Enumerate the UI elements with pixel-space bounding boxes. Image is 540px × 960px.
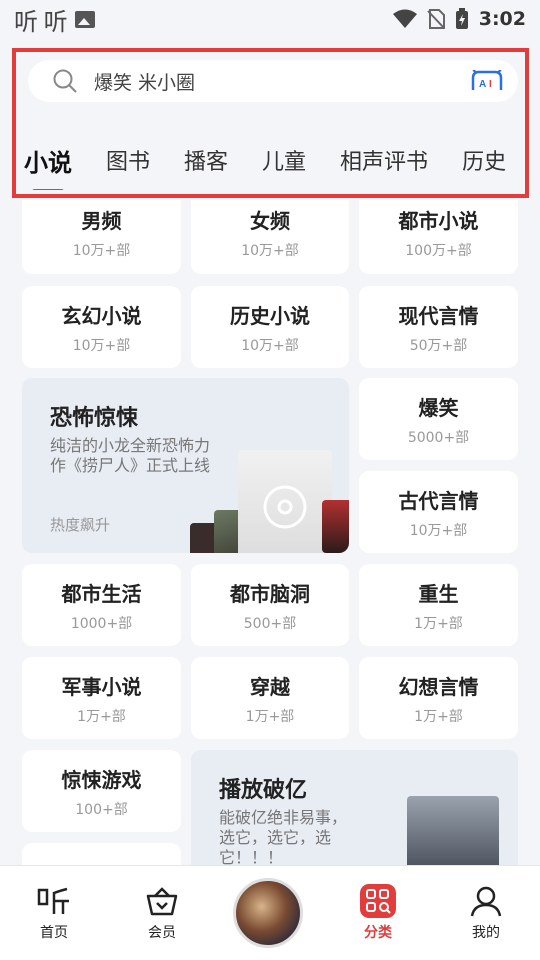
feature-tag: 热度飙升 <box>50 516 111 534</box>
category-count: 1万+部 <box>414 708 463 725</box>
image-notification-icon <box>74 10 95 28</box>
category-card[interactable]: 穿越 1万+部 <box>191 657 349 739</box>
vip-basket-icon <box>145 884 179 918</box>
category-card[interactable]: 现代言情 50万+部 <box>359 286 518 368</box>
category-title: 爆笑 <box>418 395 459 420</box>
search-icon <box>53 69 77 93</box>
category-title: 幻想言情 <box>398 674 479 699</box>
category-card[interactable]: 爆笑 5000+部 <box>359 378 518 460</box>
tab-crosstalk[interactable]: 相声评书 <box>340 144 428 176</box>
nav-label: 会员 <box>148 925 176 941</box>
category-title: 军事小说 <box>61 674 142 699</box>
category-title: 玄幻小说 <box>61 303 142 328</box>
category-title: 穿越 <box>250 674 290 699</box>
feature-description: 纯洁的小龙全新恐怖力作《捞尸人》正式上线 <box>50 436 211 475</box>
wifi-icon <box>392 9 417 28</box>
category-grid-icon <box>360 884 396 918</box>
profile-icon <box>469 884 503 918</box>
category-card[interactable]: 女频 10万+部 <box>191 200 349 274</box>
tab-novel[interactable]: 小说 <box>24 143 72 178</box>
category-card[interactable]: 军事小说 1万+部 <box>22 657 181 739</box>
category-count: 10万+部 <box>409 522 468 539</box>
category-card[interactable]: 重生 1万+部 <box>359 564 518 646</box>
clock: 3:02 <box>478 8 526 30</box>
category-count: 10万+部 <box>241 337 299 354</box>
category-grid: 男频 10万+部 女频 10万+部 都市小说 100万+部 玄幻小说 10万+部… <box>0 200 540 865</box>
tab-books[interactable]: 图书 <box>106 144 150 176</box>
category-card[interactable]: 惊悚游戏 100+部 <box>22 750 181 832</box>
category-card[interactable]: 都市小说 100万+部 <box>359 200 518 274</box>
category-card[interactable]: 古代言情 10万+部 <box>359 471 518 553</box>
nav-category[interactable]: 分类 <box>343 884 413 942</box>
nav-home[interactable]: 首页 <box>19 884 89 942</box>
battery-charging-icon <box>455 8 468 29</box>
nav-label: 首页 <box>40 925 68 941</box>
tab-podcast[interactable]: 播客 <box>184 144 228 176</box>
no-sim-icon <box>427 9 445 29</box>
tab-children[interactable]: 儿童 <box>262 144 306 176</box>
category-count: 500+部 <box>243 615 297 632</box>
feature-description: 能破亿绝非易事，选它，选它，选它！！！ <box>219 808 348 865</box>
category-card[interactable]: 玄幻小说 10万+部 <box>22 286 181 368</box>
category-title: 古代言情 <box>398 488 479 513</box>
header-highlight: 爆笑 米小圈 A I 小说 图书 播客 儿童 相声评书 历史 <box>12 48 529 198</box>
feature-title: 恐怖惊悚 <box>50 406 139 431</box>
nav-label: 分类 <box>364 925 392 941</box>
svg-text:A: A <box>479 79 486 90</box>
feature-card-horror[interactable]: 恐怖惊悚 纯洁的小龙全新恐怖力作《捞尸人》正式上线 热度飙升 <box>22 378 349 553</box>
bottom-navigation: 首页 会员 分类 我的 <box>0 865 540 960</box>
category-card[interactable]: 都市脑洞 500+部 <box>191 564 349 646</box>
disc-icon <box>263 485 307 529</box>
ting-logo-icon <box>37 884 71 918</box>
category-card[interactable]: 历史小说 10万+部 <box>191 286 349 368</box>
nav-profile[interactable]: 我的 <box>451 884 521 942</box>
category-tabs: 小说 图书 播客 儿童 相声评书 历史 <box>16 130 525 190</box>
category-card[interactable]: 男频 10万+部 <box>22 200 181 274</box>
category-count: 50万+部 <box>409 337 468 354</box>
category-count: 1万+部 <box>414 615 463 632</box>
category-count: 5000+部 <box>407 429 470 446</box>
book-cover <box>407 796 499 865</box>
status-bar: 听 听 3:02 <box>0 0 540 38</box>
category-title: 惊悚游戏 <box>61 767 142 792</box>
book-cover <box>322 500 349 553</box>
category-card[interactable]: 都市生活 1000+部 <box>22 564 181 646</box>
feature-title: 播放破亿 <box>219 778 308 803</box>
category-title: 都市小说 <box>398 208 479 233</box>
category-count: 1万+部 <box>245 708 295 725</box>
svg-text:I: I <box>489 79 492 90</box>
category-title: 都市生活 <box>61 581 142 606</box>
category-count: 1000+部 <box>70 615 133 632</box>
category-title: 男频 <box>81 208 122 233</box>
category-card[interactable]: 幻想言情 1万+部 <box>359 657 518 739</box>
ai-assistant-icon[interactable]: A I <box>470 70 504 92</box>
tab-history[interactable]: 历史 <box>462 144 506 176</box>
search-placeholder[interactable]: 爆笑 米小圈 <box>94 68 470 95</box>
category-title: 女频 <box>250 208 290 233</box>
nav-label: 我的 <box>472 925 500 941</box>
category-count: 1万+部 <box>77 708 126 725</box>
category-title: 都市脑洞 <box>230 581 310 606</box>
category-count: 10万+部 <box>241 242 299 259</box>
category-count: 100万+部 <box>405 242 472 259</box>
category-count: 100+部 <box>75 801 128 818</box>
category-count: 10万+部 <box>72 242 131 259</box>
search-bar[interactable]: 爆笑 米小圈 A I <box>28 60 518 102</box>
category-title: 重生 <box>418 581 459 606</box>
category-title: 现代言情 <box>398 303 479 328</box>
category-count: 10万+部 <box>72 337 131 354</box>
feature-card-breakthrough[interactable]: 播放破亿 能破亿绝非易事，选它，选它，选它！！！ <box>191 750 518 865</box>
category-title: 历史小说 <box>230 303 310 328</box>
nav-vip[interactable]: 会员 <box>127 884 197 942</box>
now-playing-avatar[interactable] <box>233 878 303 948</box>
app-notification-glyphs: 听 听 <box>14 7 68 36</box>
category-card-partial[interactable] <box>22 843 181 865</box>
